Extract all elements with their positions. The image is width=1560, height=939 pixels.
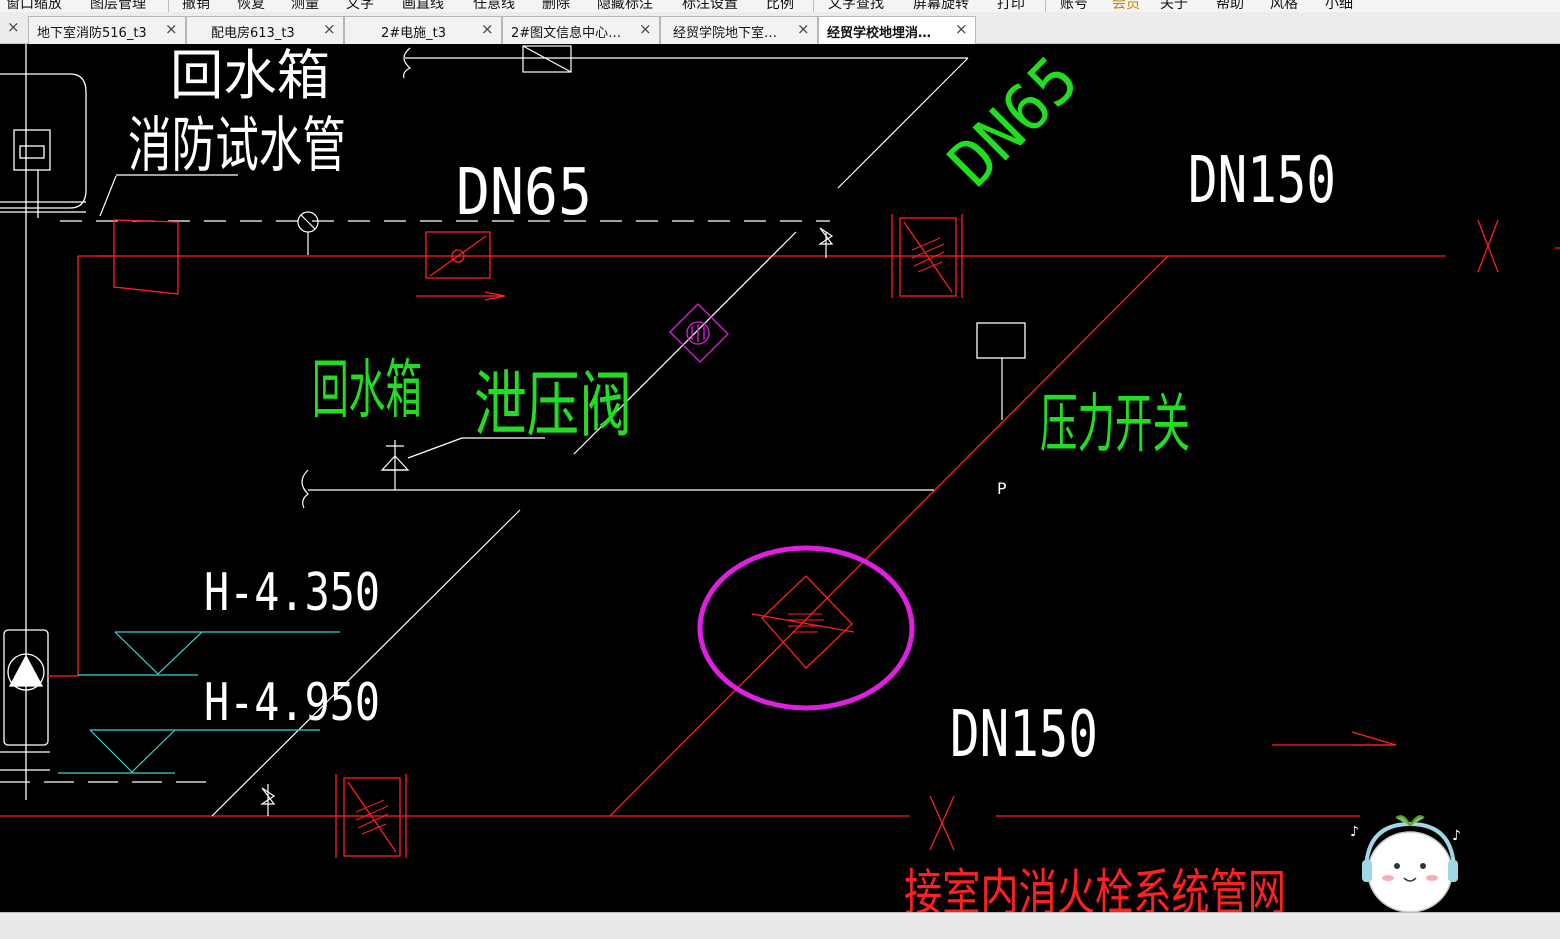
main-pipe-network — [0, 214, 1560, 858]
label-pressure-switch: 压力开关 — [1040, 388, 1190, 462]
strainer-hatches — [355, 237, 945, 835]
label-elevation-2: H-4.950 — [204, 673, 380, 733]
menu-separator — [168, 0, 169, 12]
menu-line[interactable]: 画直线 — [402, 0, 444, 12]
menu-scale[interactable]: 比例 — [766, 0, 794, 12]
menu-hide-dim[interactable]: 隐藏标注 — [597, 0, 653, 12]
menu-mini[interactable]: 小细 — [1325, 0, 1353, 12]
menu-account[interactable]: 账号 — [1060, 0, 1088, 12]
menu-delete[interactable]: 删除 — [542, 0, 570, 12]
menu-separator — [1045, 0, 1046, 12]
menu-separator — [813, 0, 814, 12]
tab-document-active[interactable]: 经贸学校地埋消… × — [818, 16, 976, 44]
document-tab-bar: × 地下室消防516_t3 × 配电房613_t3 × 2#电施_t3 × 2#… — [0, 12, 1560, 44]
label-dn150-top: DN150 — [1188, 144, 1336, 218]
close-icon[interactable]: × — [7, 18, 20, 36]
tab-label: 经贸学校地埋消… — [827, 26, 932, 41]
svg-text:♪: ♪ — [1350, 824, 1359, 840]
leader-line — [99, 175, 117, 217]
menu-bar: 窗口缩放 图层管理 撤销 恢复 测量 文字 画直线 任意线 删除 隐藏标注 标注… — [0, 0, 1560, 12]
menu-help[interactable]: 帮助 — [1216, 0, 1244, 12]
highlight-ellipse — [697, 545, 915, 711]
svg-text:♪: ♪ — [1452, 828, 1461, 844]
close-icon[interactable]: × — [955, 20, 968, 38]
menu-vip[interactable]: 会员 — [1112, 0, 1140, 12]
close-icon[interactable]: × — [639, 20, 652, 38]
tab-label: 配电房613_t3 — [211, 26, 295, 41]
mascot-icon: ♪ ♪ — [1350, 815, 1461, 912]
menu-freeline[interactable]: 任意线 — [473, 0, 515, 12]
pump-assembly-bottom — [0, 629, 50, 771]
label-return-tank: 回水箱 — [312, 354, 422, 428]
menu-undo[interactable]: 撤销 — [182, 0, 210, 12]
menu-rotate[interactable]: 屏幕旋转 — [913, 0, 969, 12]
close-icon[interactable]: × — [481, 20, 494, 38]
label-connect-network: 接室内消火栓系统管网 — [904, 864, 1286, 912]
relief-valve-symbol — [669, 303, 729, 363]
pressure-switch-box — [976, 322, 1026, 359]
label-dn150-bottom: DN150 — [950, 698, 1098, 772]
tab-label: 地下室消防516_t3 — [37, 26, 147, 41]
tab-document[interactable]: 配电房613_t3 × — [186, 16, 344, 44]
label-test-pipe: 消防试水管 — [128, 111, 346, 181]
label-relief-valve: 泄压阀 — [474, 363, 632, 447]
tab-label: 经贸学院地下室… — [673, 26, 778, 41]
menu-dim-settings[interactable]: 标注设置 — [682, 0, 738, 12]
tab-document[interactable]: 2#图文信息中心… × — [502, 16, 660, 44]
label-dn65: DN65 — [456, 156, 592, 230]
status-bar — [0, 912, 1560, 939]
cad-drawing: 回水箱 消防试水管 DN65 DN65 DN150 回水箱 泄压阀 压力开关 P… — [0, 44, 1560, 912]
close-icon[interactable]: × — [797, 20, 810, 38]
label-elevation-1: H-4.350 — [204, 563, 380, 623]
close-icon[interactable]: × — [323, 20, 336, 38]
menu-redo[interactable]: 恢复 — [237, 0, 265, 12]
cad-drawing-canvas[interactable]: 回水箱 消防试水管 DN65 DN65 DN150 回水箱 泄压阀 压力开关 P… — [0, 44, 1560, 912]
label-p-mark: P — [997, 479, 1007, 498]
menu-measure[interactable]: 测量 — [291, 0, 319, 12]
menu-style[interactable]: 风格 — [1270, 0, 1298, 12]
menu-find-text[interactable]: 文字查找 — [828, 0, 884, 12]
menu-text[interactable]: 文字 — [346, 0, 374, 12]
menu-zoom[interactable]: 窗口缩放 — [6, 0, 62, 12]
tab-label: 2#图文信息中心… — [511, 26, 622, 41]
tab-document[interactable]: 2#电施_t3 × — [344, 16, 502, 44]
menu-print[interactable]: 打印 — [997, 0, 1025, 12]
label-return-tank-top: 回水箱 — [170, 44, 330, 107]
gauge — [297, 211, 319, 255]
menu-layer[interactable]: 图层管理 — [90, 0, 146, 12]
tab-document[interactable]: 地下室消防516_t3 × — [28, 16, 186, 44]
menu-about[interactable]: 关于 — [1160, 0, 1188, 12]
tab-label: 2#电施_t3 — [381, 26, 447, 41]
close-icon[interactable]: × — [165, 20, 178, 38]
tab-document[interactable]: 经贸学院地下室… × — [660, 16, 818, 44]
